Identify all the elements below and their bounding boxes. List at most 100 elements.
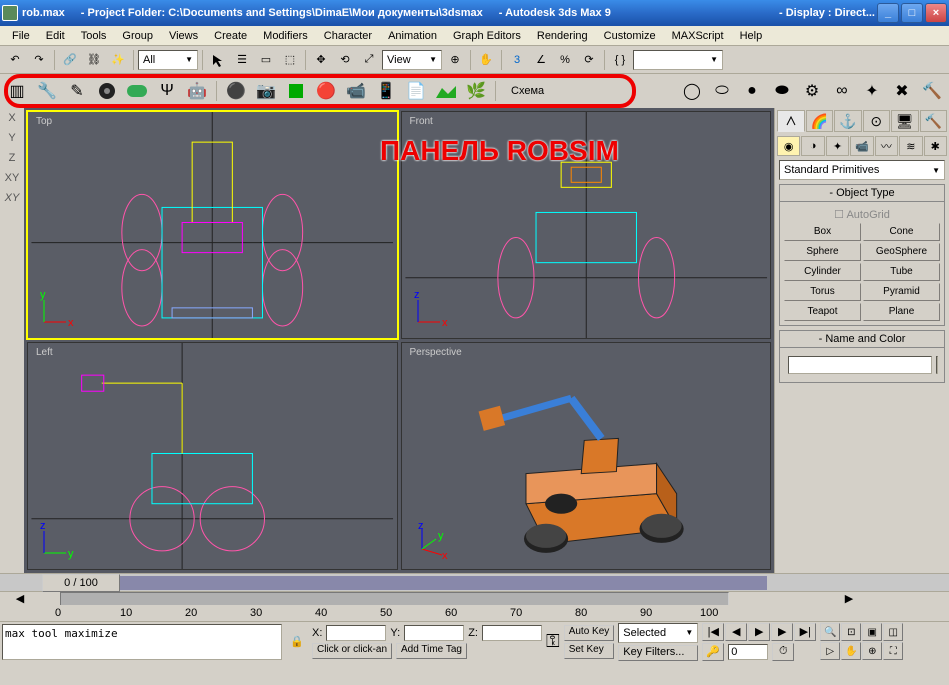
- menu-modifiers[interactable]: Modifiers: [255, 28, 316, 44]
- axis-xy2-button[interactable]: XY: [5, 192, 20, 204]
- current-frame-input[interactable]: [728, 644, 768, 660]
- sphere-button[interactable]: Sphere: [784, 243, 861, 261]
- key-filters-button[interactable]: Key Filters...: [618, 645, 698, 661]
- menu-rendering[interactable]: Rendering: [529, 28, 596, 44]
- axis-z-button[interactable]: Z: [9, 152, 16, 164]
- next-frame-button[interactable]: ▶: [771, 623, 793, 641]
- spacewarps-subtab[interactable]: ≋: [899, 136, 922, 156]
- robsim-track-icon[interactable]: [124, 78, 150, 104]
- robsim-sensor-icon[interactable]: 📹: [343, 78, 369, 104]
- viewport-front[interactable]: Front xz: [401, 111, 772, 339]
- link-button[interactable]: 🔗: [59, 49, 81, 71]
- track-bar[interactable]: ◀▶: [0, 591, 949, 605]
- selection-filter-dropdown[interactable]: All: [138, 50, 198, 70]
- box-button[interactable]: Box: [784, 223, 861, 241]
- pan-button[interactable]: ✋: [841, 642, 861, 660]
- y-coord-input[interactable]: [404, 625, 464, 641]
- lock-selection-button[interactable]: 🔒: [286, 631, 308, 653]
- undo-button[interactable]: ↶: [4, 49, 26, 71]
- unlink-button[interactable]: ⛓: [83, 49, 105, 71]
- viewport-perspective[interactable]: Perspective xzy: [401, 342, 772, 570]
- menu-file[interactable]: File: [4, 28, 38, 44]
- plane-button[interactable]: Plane: [863, 303, 940, 321]
- teapot-button[interactable]: Teapot: [784, 303, 861, 321]
- autogrid-checkbox[interactable]: ☐ AutoGrid: [784, 206, 940, 223]
- robsim-motor-icon[interactable]: ⚫: [223, 78, 249, 104]
- robsim-terrain-icon[interactable]: [433, 78, 459, 104]
- pyramid-button[interactable]: Pyramid: [863, 283, 940, 301]
- prev-frame-button[interactable]: ◀: [725, 623, 747, 641]
- field-of-view-button[interactable]: ▷: [820, 642, 840, 660]
- hierarchy-tab[interactable]: ⚓: [834, 110, 862, 132]
- x-coord-input[interactable]: [326, 625, 386, 641]
- maxscript-listener[interactable]: max tool maximize: [2, 624, 282, 660]
- zoom-extents-all-button[interactable]: ◫: [883, 623, 903, 641]
- z-coord-input[interactable]: [482, 625, 542, 641]
- play-button[interactable]: ▶: [748, 623, 770, 641]
- menu-customize[interactable]: Customize: [596, 28, 664, 44]
- select-button[interactable]: [207, 49, 229, 71]
- zoom-extents-button[interactable]: ▣: [862, 623, 882, 641]
- object-name-input[interactable]: [788, 356, 932, 374]
- close-button[interactable]: ×: [925, 3, 947, 23]
- ext-capsule-icon[interactable]: ⬬: [769, 78, 795, 104]
- menu-grapheditors[interactable]: Graph Editors: [445, 28, 529, 44]
- pivot-center-button[interactable]: ⊕: [444, 49, 466, 71]
- robsim-gripper-icon[interactable]: Ψ: [154, 78, 180, 104]
- ref-coord-dropdown[interactable]: View: [382, 50, 442, 70]
- viewport-top[interactable]: Top xy: [27, 111, 398, 339]
- goto-start-button[interactable]: |◀: [702, 623, 724, 641]
- torus-button[interactable]: Torus: [784, 283, 861, 301]
- spinner-snap-button[interactable]: ⟳: [578, 49, 600, 71]
- ext-wrench-icon[interactable]: 🔨: [919, 78, 945, 104]
- ext-gear-icon[interactable]: ⚙: [799, 78, 825, 104]
- scale-button[interactable]: ⤢: [358, 49, 380, 71]
- robsim-tool-3[interactable]: ✎: [64, 78, 90, 104]
- goto-end-button[interactable]: ▶|: [794, 623, 816, 641]
- cameras-subtab[interactable]: 📹: [850, 136, 873, 156]
- minimize-button[interactable]: _: [877, 3, 899, 23]
- primitive-category-dropdown[interactable]: Standard Primitives: [779, 160, 945, 180]
- menu-group[interactable]: Group: [114, 28, 161, 44]
- robsim-tool-2[interactable]: 🔧: [34, 78, 60, 104]
- menu-character[interactable]: Character: [316, 28, 380, 44]
- select-by-name-button[interactable]: ☰: [231, 49, 253, 71]
- move-button[interactable]: ✥: [310, 49, 332, 71]
- menu-tools[interactable]: Tools: [73, 28, 115, 44]
- tube-button[interactable]: Tube: [863, 263, 940, 281]
- percent-snap-button[interactable]: %: [554, 49, 576, 71]
- robsim-chip-icon[interactable]: [283, 78, 309, 104]
- menu-help[interactable]: Help: [732, 28, 771, 44]
- menu-edit[interactable]: Edit: [38, 28, 73, 44]
- ext-cylinder-icon[interactable]: ⬭: [709, 78, 735, 104]
- key-icon[interactable]: ⚿: [546, 631, 560, 652]
- setkey-button[interactable]: Set Key: [564, 643, 615, 659]
- geosphere-button[interactable]: GeoSphere: [863, 243, 940, 261]
- display-tab[interactable]: 🖥: [891, 110, 919, 132]
- robsim-grass-icon[interactable]: 🌿: [463, 78, 489, 104]
- zoom-all-button[interactable]: ⊡: [841, 623, 861, 641]
- ext-sphere-icon[interactable]: ●: [739, 78, 765, 104]
- robsim-remote-icon[interactable]: 📱: [373, 78, 399, 104]
- robsim-tool-1[interactable]: ▥: [4, 78, 30, 104]
- key-mode-button[interactable]: 🔑: [702, 643, 724, 661]
- robsim-button-icon[interactable]: 🔴: [313, 78, 339, 104]
- key-filter-dropdown[interactable]: Selected: [618, 623, 698, 643]
- menu-views[interactable]: Views: [161, 28, 206, 44]
- object-type-rollout-head[interactable]: - Object Type: [780, 185, 944, 202]
- menu-animation[interactable]: Animation: [380, 28, 445, 44]
- cylinder-button[interactable]: Cylinder: [784, 263, 861, 281]
- cone-button[interactable]: Cone: [863, 223, 940, 241]
- shapes-subtab[interactable]: ◑: [801, 136, 824, 156]
- robsim-robot-icon[interactable]: 🤖: [184, 78, 210, 104]
- motion-tab[interactable]: ⊙: [863, 110, 891, 132]
- systems-subtab[interactable]: ✱: [924, 136, 947, 156]
- snap-toggle-button[interactable]: 3: [506, 49, 528, 71]
- manipulate-button[interactable]: ✋: [475, 49, 497, 71]
- named-selection-dropdown[interactable]: [633, 50, 723, 70]
- select-region-button[interactable]: ▭: [255, 49, 277, 71]
- add-time-tag-button[interactable]: Add Time Tag: [396, 643, 467, 659]
- autokey-button[interactable]: Auto Key: [564, 625, 615, 641]
- maximize-viewport-button[interactable]: ⛶: [883, 642, 903, 660]
- rotate-button[interactable]: ⟲: [334, 49, 356, 71]
